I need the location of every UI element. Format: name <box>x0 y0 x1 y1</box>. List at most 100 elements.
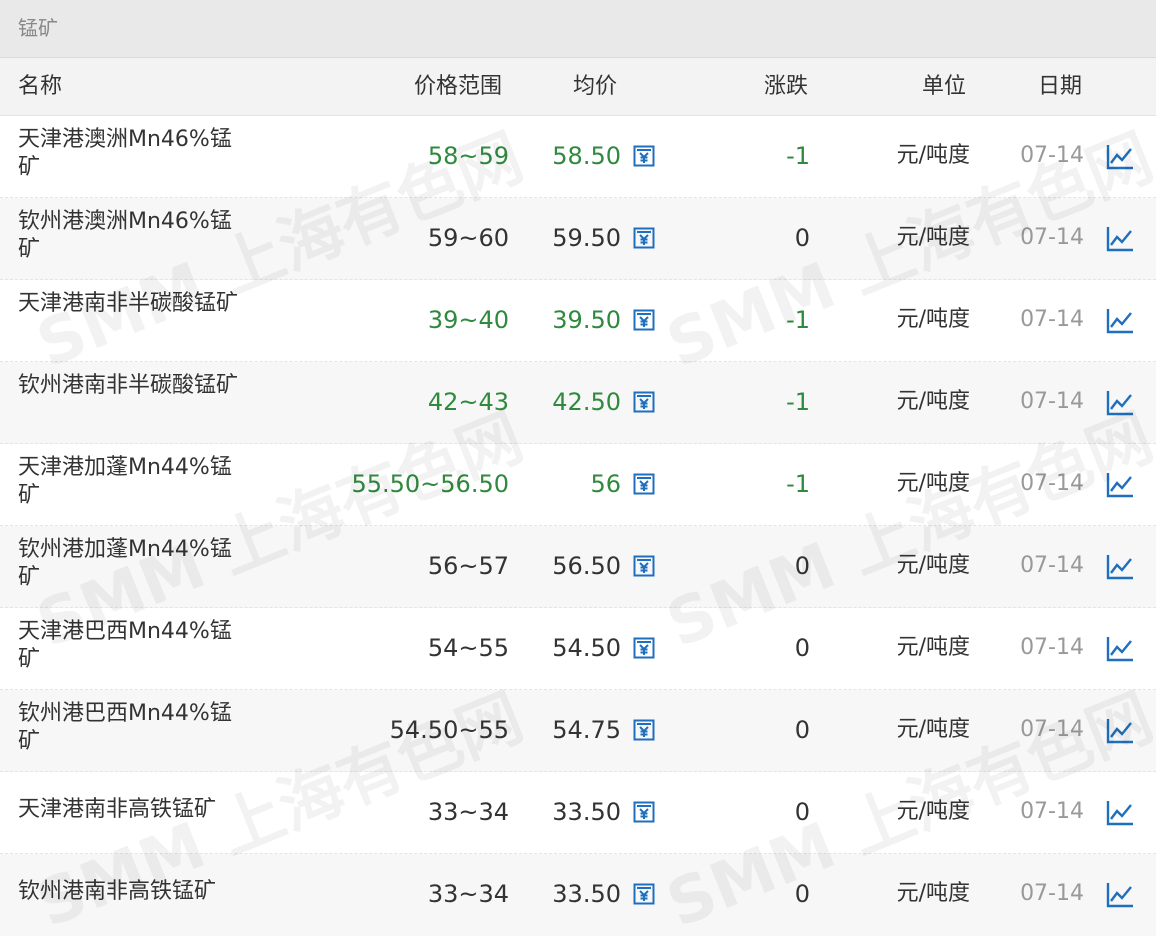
calculator-icon[interactable] <box>632 636 656 660</box>
price-date: 07-14 <box>1020 225 1084 250</box>
calculator-icon[interactable] <box>632 800 656 824</box>
avg-price: 33.50 <box>552 798 621 826</box>
price-unit: 元/吨度 <box>896 717 970 742</box>
trend-chart-icon[interactable] <box>1105 881 1135 909</box>
product-name[interactable]: 钦州港南非半碳酸锰矿 <box>18 372 250 400</box>
price-change: 0 <box>794 798 810 826</box>
price-range: 39~40 <box>427 306 509 334</box>
price-table: 天津港澳洲Mn46%锰矿 58~59 58.50 -1 元/吨度 07-14 钦州港澳洲Mn… <box>0 116 1156 936</box>
product-name[interactable]: 天津港南非半碳酸锰矿 <box>18 290 250 318</box>
section-bar: 锰矿 <box>0 0 1156 58</box>
table-row[interactable]: 天津港加蓬Mn44%锰矿 55.50~56.50 56 -1 元/吨度 07-14 <box>0 444 1156 526</box>
trend-chart-icon[interactable] <box>1105 225 1135 253</box>
trend-chart-icon[interactable] <box>1105 143 1135 171</box>
calculator-icon[interactable] <box>632 308 656 332</box>
calculator-icon[interactable] <box>632 718 656 742</box>
calculator-icon[interactable] <box>632 554 656 578</box>
avg-price: 59.50 <box>552 224 621 252</box>
price-range: 42~43 <box>427 388 509 416</box>
product-name[interactable]: 钦州港澳洲Mn46%锰矿 <box>18 208 250 264</box>
price-unit: 元/吨度 <box>896 225 970 250</box>
avg-price: 56.50 <box>552 552 621 580</box>
price-unit: 元/吨度 <box>896 635 970 660</box>
price-change: -1 <box>786 142 810 170</box>
avg-price: 39.50 <box>552 306 621 334</box>
price-change: 0 <box>794 880 810 908</box>
section-title: 锰矿 <box>18 16 58 40</box>
product-name[interactable]: 钦州港加蓬Mn44%锰矿 <box>18 536 250 592</box>
table-row[interactable]: 钦州港巴西Mn44%锰矿 54.50~55 54.75 0 元/吨度 07-14 <box>0 690 1156 772</box>
price-range: 33~34 <box>427 880 509 908</box>
calculator-icon[interactable] <box>632 882 656 906</box>
avg-price: 42.50 <box>552 388 621 416</box>
price-change: 0 <box>794 634 810 662</box>
column-header-range: 价格范围 <box>414 74 503 99</box>
price-change: -1 <box>786 470 810 498</box>
table-row[interactable]: 天津港澳洲Mn46%锰矿 58~59 58.50 -1 元/吨度 07-14 <box>0 116 1156 198</box>
price-range: 54.50~55 <box>389 716 509 744</box>
price-date: 07-14 <box>1020 471 1084 496</box>
trend-chart-icon[interactable] <box>1105 307 1135 335</box>
column-header-unit: 单位 <box>922 74 967 99</box>
calculator-icon[interactable] <box>632 226 656 250</box>
table-row[interactable]: 天津港巴西Mn44%锰矿 54~55 54.50 0 元/吨度 07-14 <box>0 608 1156 690</box>
product-name[interactable]: 天津港澳洲Mn46%锰矿 <box>18 126 250 182</box>
trend-chart-icon[interactable] <box>1105 635 1135 663</box>
calculator-icon[interactable] <box>632 390 656 414</box>
price-change: 0 <box>794 716 810 744</box>
table-row[interactable]: 钦州港加蓬Mn44%锰矿 56~57 56.50 0 元/吨度 07-14 <box>0 526 1156 608</box>
price-unit: 元/吨度 <box>896 307 970 332</box>
table-row[interactable]: 钦州港南非高铁锰矿 33~34 33.50 0 元/吨度 07-14 <box>0 854 1156 936</box>
price-date: 07-14 <box>1020 143 1084 168</box>
price-change: 0 <box>794 224 810 252</box>
calculator-icon[interactable] <box>632 472 656 496</box>
product-name[interactable]: 天津港巴西Mn44%锰矿 <box>18 618 250 674</box>
avg-price: 58.50 <box>552 142 621 170</box>
column-header-name: 名称 <box>18 74 63 99</box>
table-row[interactable]: 钦州港南非半碳酸锰矿 42~43 42.50 -1 元/吨度 07-14 <box>0 362 1156 444</box>
price-date: 07-14 <box>1020 389 1084 414</box>
price-date: 07-14 <box>1020 307 1084 332</box>
price-date: 07-14 <box>1020 717 1084 742</box>
avg-price: 56 <box>590 470 621 498</box>
avg-price: 54.50 <box>552 634 621 662</box>
price-change: -1 <box>786 306 810 334</box>
column-header-avg: 均价 <box>573 74 618 99</box>
price-range: 58~59 <box>427 142 509 170</box>
price-range: 54~55 <box>427 634 509 662</box>
table-row[interactable]: 钦州港澳洲Mn46%锰矿 59~60 59.50 0 元/吨度 07-14 <box>0 198 1156 280</box>
trend-chart-icon[interactable] <box>1105 389 1135 417</box>
price-unit: 元/吨度 <box>896 881 970 906</box>
price-date: 07-14 <box>1020 553 1084 578</box>
product-name[interactable]: 天津港加蓬Mn44%锰矿 <box>18 454 250 510</box>
column-header-date: 日期 <box>1038 74 1083 99</box>
price-date: 07-14 <box>1020 799 1084 824</box>
price-range: 55.50~56.50 <box>351 470 509 498</box>
price-change: -1 <box>786 388 810 416</box>
price-unit: 元/吨度 <box>896 553 970 578</box>
price-unit: 元/吨度 <box>896 799 970 824</box>
price-change: 0 <box>794 552 810 580</box>
product-name[interactable]: 钦州港南非高铁锰矿 <box>18 878 250 906</box>
calculator-icon[interactable] <box>632 144 656 168</box>
price-unit: 元/吨度 <box>896 143 970 168</box>
table-row[interactable]: 天津港南非高铁锰矿 33~34 33.50 0 元/吨度 07-14 <box>0 772 1156 854</box>
trend-chart-icon[interactable] <box>1105 553 1135 581</box>
product-name[interactable]: 天津港南非高铁锰矿 <box>18 796 250 824</box>
price-unit: 元/吨度 <box>896 471 970 496</box>
trend-chart-icon[interactable] <box>1105 717 1135 745</box>
avg-price: 54.75 <box>552 716 621 744</box>
table-header: 名称 价格范围 均价 涨跌 单位 日期 <box>0 58 1156 116</box>
product-name[interactable]: 钦州港巴西Mn44%锰矿 <box>18 700 250 756</box>
price-date: 07-14 <box>1020 881 1084 906</box>
trend-chart-icon[interactable] <box>1105 471 1135 499</box>
price-range: 56~57 <box>427 552 509 580</box>
column-header-change: 涨跌 <box>764 74 809 99</box>
avg-price: 33.50 <box>552 880 621 908</box>
trend-chart-icon[interactable] <box>1105 799 1135 827</box>
price-range: 59~60 <box>427 224 509 252</box>
table-row[interactable]: 天津港南非半碳酸锰矿 39~40 39.50 -1 元/吨度 07-14 <box>0 280 1156 362</box>
price-range: 33~34 <box>427 798 509 826</box>
price-date: 07-14 <box>1020 635 1084 660</box>
price-unit: 元/吨度 <box>896 389 970 414</box>
